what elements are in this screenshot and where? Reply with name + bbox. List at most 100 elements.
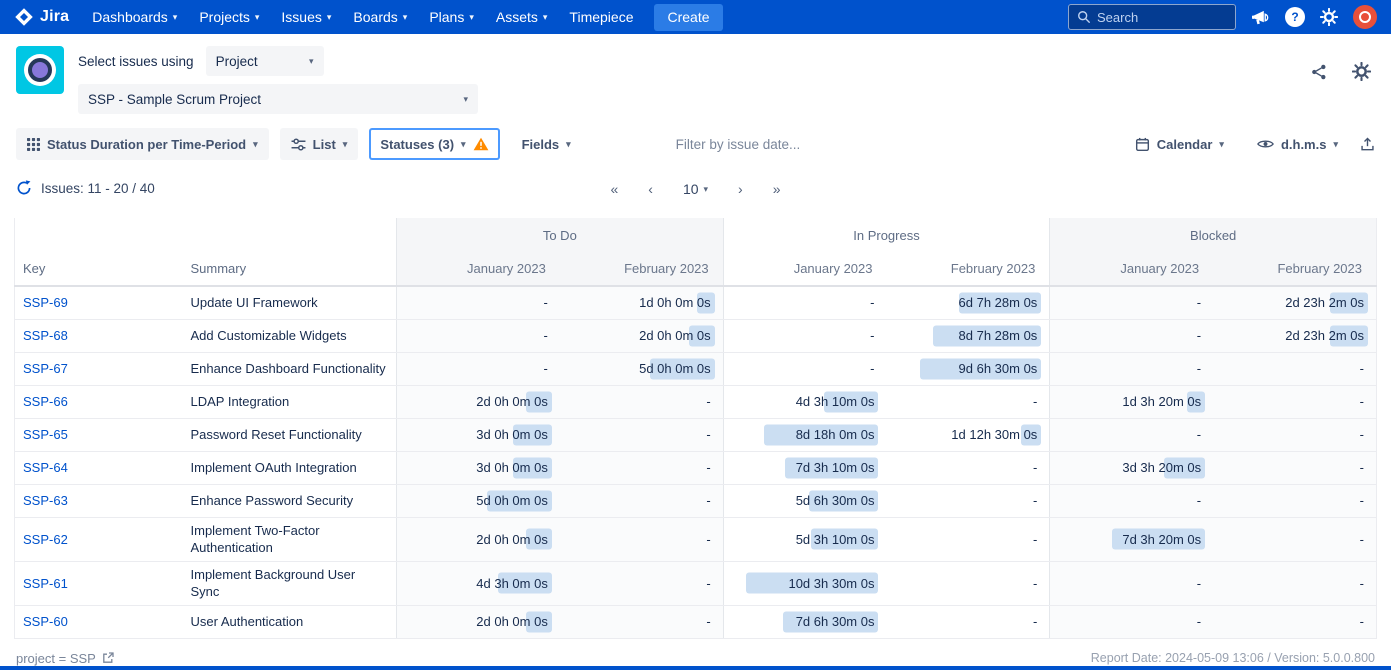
- duration-value: 5d 0h 0m 0s: [476, 493, 548, 508]
- jira-logo[interactable]: Jira: [14, 7, 69, 27]
- nav-item-assets[interactable]: Assets▾: [485, 0, 559, 34]
- statuses-dropdown[interactable]: Statuses (3) ▾: [369, 128, 499, 160]
- chevron-down-icon: ▾: [309, 57, 314, 66]
- page-size-dropdown[interactable]: 10 ▾: [683, 181, 708, 197]
- empty-duration-cell: -: [886, 605, 1049, 638]
- help-icon[interactable]: ?: [1285, 7, 1305, 27]
- jql-query-link[interactable]: project = SSP: [16, 651, 114, 666]
- calendar-icon: [1135, 137, 1150, 152]
- duration-format-dropdown[interactable]: d.h.m.s ▾: [1246, 128, 1349, 160]
- month-column-header: January 2023: [1050, 252, 1213, 286]
- issue-key-link[interactable]: SSP-61: [23, 576, 68, 591]
- last-page-button[interactable]: »: [773, 181, 781, 197]
- next-page-button[interactable]: ›: [738, 181, 743, 197]
- duration-value: -: [706, 532, 710, 547]
- duration-value: -: [1360, 427, 1364, 442]
- report-settings-icon[interactable]: [1352, 62, 1371, 81]
- issue-date-filter-input[interactable]: [676, 137, 891, 152]
- user-avatar[interactable]: [1353, 5, 1377, 29]
- pagination: « ‹ 10 ▾ › »: [610, 181, 780, 197]
- issue-key-link[interactable]: SSP-63: [23, 493, 68, 508]
- duration-cell: 8d 7h 28m 0s: [886, 319, 1049, 352]
- chevron-down-icon: ▾: [566, 140, 571, 149]
- duration-value: -: [543, 295, 547, 310]
- empty-duration-cell: -: [1213, 385, 1376, 418]
- issue-key-link[interactable]: SSP-68: [23, 328, 68, 343]
- issue-summary: Implement Two-Factor Authentication: [185, 517, 397, 561]
- calendar-dropdown[interactable]: Calendar ▾: [1124, 128, 1235, 160]
- search-icon: [1077, 10, 1091, 24]
- prev-page-button[interactable]: ‹: [648, 181, 653, 197]
- duration-value: 1d 0h 0m 0s: [639, 295, 711, 310]
- duration-cell: 5d 0h 0m 0s: [560, 352, 723, 385]
- issue-key-link[interactable]: SSP-65: [23, 427, 68, 442]
- nav-item-projects[interactable]: Projects▾: [188, 0, 270, 34]
- timepiece-app-icon: [16, 46, 64, 94]
- nav-item-plans[interactable]: Plans▾: [418, 0, 485, 34]
- duration-value: -: [1033, 394, 1037, 409]
- nav-item-issues[interactable]: Issues▾: [270, 0, 342, 34]
- search-input[interactable]: [1097, 10, 1227, 25]
- export-icon[interactable]: [1360, 137, 1375, 152]
- share-icon[interactable]: [1310, 63, 1328, 81]
- table-row: SSP-66LDAP Integration2d 0h 0m 0s-4d 3h …: [15, 385, 1377, 418]
- duration-value: -: [543, 361, 547, 376]
- search-box[interactable]: [1068, 4, 1236, 30]
- empty-duration-cell: -: [886, 561, 1049, 605]
- duration-cell: 7d 6h 30m 0s: [723, 605, 886, 638]
- issue-source-dropdown[interactable]: Project ▾: [206, 46, 324, 76]
- month-column-header: February 2023: [560, 252, 723, 286]
- issue-key-link[interactable]: SSP-69: [23, 295, 68, 310]
- duration-cell: 7d 3h 20m 0s: [1050, 517, 1213, 561]
- duration-cell: 7d 3h 10m 0s: [723, 451, 886, 484]
- bottom-edge-strip: [0, 666, 1391, 670]
- empty-duration-cell: -: [397, 319, 560, 352]
- empty-duration-cell: -: [1050, 418, 1213, 451]
- issue-summary: User Authentication: [185, 605, 397, 638]
- duration-value: -: [1197, 328, 1201, 343]
- grid-icon: [27, 138, 40, 151]
- issue-key-link[interactable]: SSP-60: [23, 614, 68, 629]
- project-value: SSP - Sample Scrum Project: [88, 92, 261, 107]
- nav-item-boards[interactable]: Boards▾: [342, 0, 418, 34]
- fields-dropdown[interactable]: Fields ▾: [511, 128, 582, 160]
- issue-source-value: Project: [216, 54, 258, 69]
- report-type-dropdown[interactable]: Status Duration per Time-Period ▾: [16, 128, 269, 160]
- chevron-down-icon: ▾: [543, 13, 548, 22]
- empty-duration-cell: -: [1050, 561, 1213, 605]
- issue-key-link[interactable]: SSP-64: [23, 460, 68, 475]
- duration-cell: 6d 7h 28m 0s: [886, 286, 1049, 319]
- project-dropdown[interactable]: SSP - Sample Scrum Project ▾: [78, 84, 478, 114]
- nav-item-label: Projects: [199, 9, 250, 25]
- empty-duration-cell: -: [1213, 605, 1376, 638]
- statuses-label: Statuses (3): [380, 137, 454, 152]
- duration-cell: 4d 3h 0m 0s: [397, 561, 560, 605]
- view-dropdown[interactable]: List ▾: [280, 128, 359, 160]
- list-view-icon: [291, 138, 306, 151]
- create-button[interactable]: Create: [654, 4, 722, 31]
- duration-value: -: [1197, 614, 1201, 629]
- issue-key-link[interactable]: SSP-66: [23, 394, 68, 409]
- duration-cell: 9d 6h 30m 0s: [886, 352, 1049, 385]
- duration-value: 4d 3h 10m 0s: [796, 394, 875, 409]
- first-page-button[interactable]: «: [610, 181, 618, 197]
- fields-label: Fields: [522, 137, 560, 152]
- external-link-icon: [102, 652, 114, 664]
- announcements-icon[interactable]: [1251, 9, 1270, 26]
- refresh-icon[interactable]: [16, 180, 32, 196]
- duration-value: -: [706, 394, 710, 409]
- duration-cell: 5d 0h 0m 0s: [397, 484, 560, 517]
- empty-duration-cell: -: [560, 561, 723, 605]
- issue-key-link[interactable]: SSP-62: [23, 532, 68, 547]
- settings-icon[interactable]: [1320, 8, 1338, 26]
- table-row: SSP-63Enhance Password Security5d 0h 0m …: [15, 484, 1377, 517]
- nav-item-dashboards[interactable]: Dashboards▾: [81, 0, 188, 34]
- duration-value: -: [870, 295, 874, 310]
- issue-summary: LDAP Integration: [185, 385, 397, 418]
- nav-item-timepiece[interactable]: Timepiece: [558, 0, 644, 34]
- issue-key-link[interactable]: SSP-67: [23, 361, 68, 376]
- chevron-down-icon: ▾: [1333, 140, 1338, 149]
- empty-duration-cell: -: [886, 484, 1049, 517]
- duration-value: 7d 3h 20m 0s: [1122, 532, 1201, 547]
- table-row: SSP-69Update UI Framework-1d 0h 0m 0s-6d…: [15, 286, 1377, 319]
